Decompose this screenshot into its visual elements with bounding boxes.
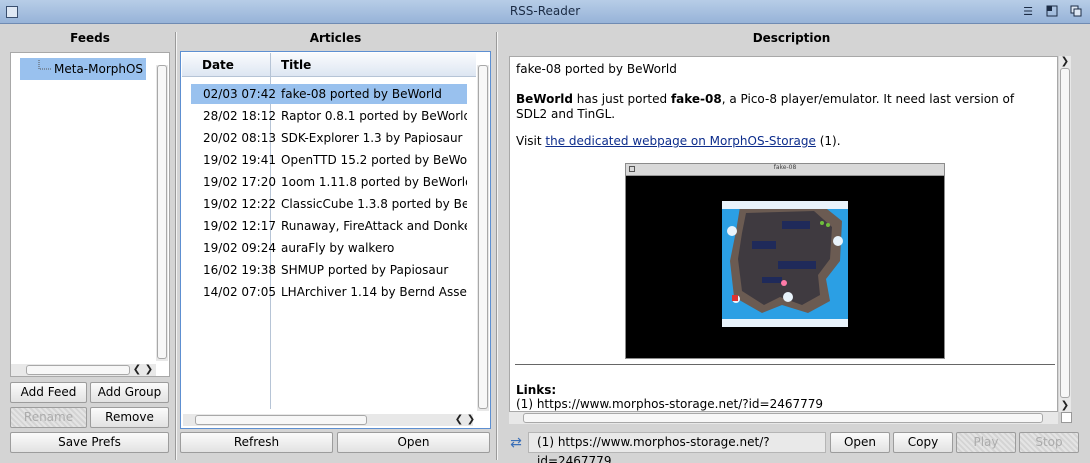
article-date: 19/02 12:22	[203, 197, 276, 211]
screenshot-titlebar: fake-08	[626, 164, 944, 176]
remove-button[interactable]: Remove	[90, 407, 169, 428]
visit-line: Visit the dedicated webpage on MorphOS-S…	[516, 134, 841, 148]
article-row[interactable]: 19/02 12:17 Runaway, FireAttack and Donke…	[191, 216, 467, 236]
scroll-thumb[interactable]	[157, 65, 167, 359]
separator-line	[515, 364, 1055, 365]
link-url-field[interactable]: (1) https://www.morphos-storage.net/?id=…	[528, 432, 826, 463]
rename-button[interactable]: Rename	[10, 407, 87, 428]
description-horizontal-scrollbar[interactable]	[509, 412, 1058, 424]
article-title: LHArchiver 1.14 by Bernd Assenmacher	[281, 285, 467, 299]
morphos-storage-link[interactable]: the dedicated webpage on MorphOS-Storage	[545, 134, 816, 148]
product-name: fake-08	[670, 92, 722, 106]
article-title: OpenTTD 15.2 ported by BeWorld	[281, 153, 467, 167]
scroll-right-icon[interactable]: ❯	[143, 364, 155, 376]
corner-checkbox[interactable]	[1061, 412, 1072, 423]
article-date: 19/02 09:24	[203, 241, 276, 255]
add-group-button[interactable]: Add Group	[90, 382, 169, 403]
article-row[interactable]: 20/02 08:13 SDK-Explorer 1.3 by Papiosaur	[191, 128, 467, 148]
article-title: 1oom 1.11.8 ported by BeWorld	[281, 175, 467, 189]
article-row[interactable]: 19/02 17:20 1oom 1.11.8 ported by BeWorld	[191, 172, 467, 192]
article-date: 28/02 18:12	[203, 109, 276, 123]
article-row[interactable]: 19/02 12:22 ClassicCube 1.3.8 ported by B…	[191, 194, 467, 214]
open-link-button[interactable]: Open	[830, 432, 890, 453]
visit-prefix: Visit	[516, 134, 546, 148]
feed-item-label: Meta-MorphOS	[54, 62, 144, 76]
column-date[interactable]: Date	[202, 58, 234, 72]
open-article-button[interactable]: Open	[337, 432, 490, 453]
article-row[interactable]: 02/03 07:42 fake-08 ported by BeWorld	[191, 84, 467, 104]
save-prefs-button[interactable]: Save Prefs	[10, 432, 169, 453]
articles-vertical-scrollbar[interactable]	[477, 65, 489, 411]
stop-button[interactable]: Stop	[1019, 432, 1079, 453]
article-date: 16/02 19:38	[203, 263, 276, 277]
game-map-image	[722, 201, 848, 327]
window-title: RSS-Reader	[509, 4, 581, 18]
articles-horizontal-scrollbar[interactable]	[183, 414, 473, 426]
description-title: fake-08 ported by BeWorld	[516, 62, 677, 76]
title-bar[interactable]: RSS-Reader ☰	[0, 0, 1090, 24]
article-date: 14/02 07:05	[203, 285, 276, 299]
article-date: 20/02 08:13	[203, 131, 276, 145]
feed-item-meta-morphos[interactable]: Meta-MorphOS	[20, 58, 146, 80]
copy-link-button[interactable]: Copy	[893, 432, 953, 453]
column-title[interactable]: Title	[281, 58, 311, 72]
description-paragraph: BeWorld has just ported fake-08, a Pico-…	[516, 92, 1046, 122]
article-date: 19/02 12:17	[203, 219, 276, 233]
article-row[interactable]: 19/02 09:24 auraFly by walkero	[191, 238, 467, 258]
author-name: BeWorld	[516, 92, 573, 106]
add-feed-button[interactable]: Add Feed	[10, 382, 87, 403]
scroll-thumb[interactable]	[1060, 68, 1070, 398]
links-item: (1) https://www.morphos-storage.net/?id=…	[516, 397, 824, 411]
links-label: Links:	[516, 383, 557, 397]
article-title: SHMUP ported by Papiosaur	[281, 263, 449, 277]
description-view[interactable]: fake-08 ported by BeWorld BeWorld has ju…	[509, 56, 1058, 412]
articles-header: Date Title	[182, 53, 476, 77]
article-title: Raptor 0.8.1 ported by BeWorld	[281, 109, 467, 123]
feeds-heading: Feeds	[70, 31, 110, 45]
scroll-left-icon[interactable]: ❮	[131, 364, 143, 376]
refresh-button[interactable]: Refresh	[180, 432, 333, 453]
embedded-screenshot: fake-08	[625, 163, 945, 359]
description-heading: Description	[752, 31, 831, 45]
paragraph-text: has just ported	[572, 92, 671, 106]
scroll-down-icon[interactable]: ❯	[1059, 400, 1071, 412]
article-date: 19/02 19:41	[203, 153, 276, 167]
visit-suffix: (1).	[815, 134, 841, 148]
article-title: fake-08 ported by BeWorld	[281, 87, 442, 101]
article-row[interactable]: 28/02 18:12 Raptor 0.8.1 ported by BeWorl…	[191, 106, 467, 126]
scroll-up-icon[interactable]: ❯	[1059, 56, 1071, 68]
scroll-left-icon[interactable]: ❮	[453, 414, 465, 426]
article-date: 19/02 17:20	[203, 175, 276, 189]
screenshot-title: fake-08	[773, 164, 797, 171]
scroll-thumb[interactable]	[523, 413, 1043, 423]
article-row[interactable]: 16/02 19:38 SHMUP ported by Papiosaur	[191, 260, 467, 280]
tree-connector-icon	[38, 60, 51, 70]
description-vertical-scrollbar[interactable]	[1059, 56, 1071, 412]
feeds-tree[interactable]: Meta-MorphOS ❮ ❯	[10, 52, 170, 377]
refresh-link-icon[interactable]: ⇄	[507, 434, 525, 452]
articles-heading: Articles	[309, 31, 362, 45]
play-button[interactable]: Play	[956, 432, 1016, 453]
scroll-thumb[interactable]	[195, 415, 367, 425]
iconify-icon[interactable]: ☰	[1021, 5, 1035, 19]
article-title: auraFly by walkero	[281, 241, 395, 255]
article-title: ClassicCube 1.3.8 ported by BeWorld	[281, 197, 467, 211]
scroll-right-icon[interactable]: ❯	[465, 414, 477, 426]
feeds-vertical-scrollbar[interactable]	[156, 65, 168, 361]
scroll-thumb[interactable]	[478, 65, 488, 409]
depth-icon[interactable]	[1069, 5, 1083, 19]
article-date: 02/03 07:42	[203, 87, 276, 101]
article-row[interactable]: 19/02 19:41 OpenTTD 15.2 ported by BeWorl…	[191, 150, 467, 170]
article-row[interactable]: 14/02 07:05 LHArchiver 1.14 by Bernd Asse…	[191, 282, 467, 302]
article-title: Runaway, FireAttack and DonkeyKong	[281, 219, 467, 233]
divider[interactable]	[496, 32, 498, 460]
scroll-thumb[interactable]	[26, 365, 130, 375]
article-title: SDK-Explorer 1.3 by Papiosaur	[281, 131, 463, 145]
zoom-icon[interactable]	[1045, 5, 1059, 19]
divider[interactable]	[175, 32, 177, 460]
